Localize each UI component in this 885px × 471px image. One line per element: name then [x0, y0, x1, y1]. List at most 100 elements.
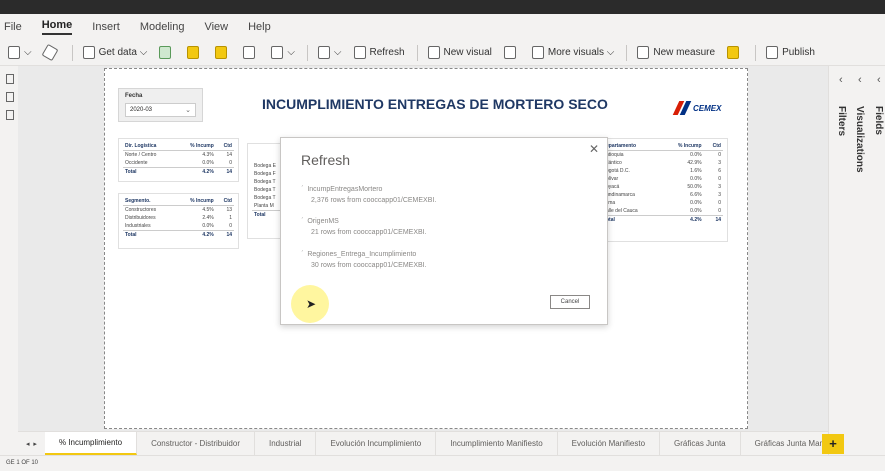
cell: Distribuidores — [125, 215, 156, 221]
ribbon-divider — [416, 44, 418, 61]
fields-pane-tab[interactable]: Fields — [873, 106, 884, 135]
close-icon[interactable]: ✕ — [589, 142, 599, 156]
format-painter-button[interactable] — [41, 43, 60, 62]
cell: ntioquia — [606, 152, 624, 158]
get-data-button[interactable]: Get data ⌵ — [82, 46, 147, 59]
cell: Total — [123, 167, 176, 176]
refresh-button[interactable]: Refresh — [353, 46, 405, 59]
cell: 0 — [718, 200, 721, 206]
cell: Planta M — [254, 203, 274, 209]
visualizations-pane-tab[interactable]: Visualizations — [854, 106, 865, 173]
collapse-fields-icon[interactable]: ‹ — [877, 74, 881, 86]
menu-home[interactable]: Home — [41, 19, 73, 35]
undo-button[interactable]: ⌵ — [8, 46, 32, 59]
table-row: Constructores 4.5% 13 — [123, 206, 234, 215]
slicer-dropdown[interactable]: 2020-03 ⌄ — [125, 103, 196, 117]
tab-incumplimiento-manifiesto[interactable]: Incumplimiento Manifiesto — [436, 432, 558, 455]
cell: Bodega E — [254, 163, 276, 169]
cell: 2.4% — [202, 215, 214, 221]
cell: 6 — [718, 168, 721, 174]
ribbon: ⌵ Get data ⌵ ⌵ ⌵ Refresh New visual More… — [0, 40, 885, 66]
slicer-title: Fecha — [125, 93, 143, 99]
col-header: Ctd — [215, 197, 234, 206]
cell: alle del Cauca — [606, 208, 638, 214]
table-row: Occidente 0.0% 0 — [123, 159, 234, 168]
report-view-icon[interactable] — [6, 74, 14, 84]
view-rail — [0, 66, 18, 431]
dataset-button[interactable] — [215, 46, 231, 59]
menu-file[interactable]: File — [4, 21, 22, 33]
new-measure-label: New measure — [653, 47, 716, 58]
data-view-icon[interactable] — [6, 92, 14, 102]
menu-view[interactable]: View — [204, 21, 228, 33]
refresh-item: ˊ IncumpEntregasMortero 2,376 rows from c… — [301, 186, 436, 204]
menu-insert[interactable]: Insert — [92, 21, 120, 33]
add-page-button[interactable]: + — [822, 434, 844, 454]
date-slicer[interactable]: Fecha 2020-03 ⌄ — [118, 88, 203, 122]
text-box-button[interactable] — [503, 46, 520, 59]
tab-evolucion-incumplimiento[interactable]: Evolución Incumplimiento — [316, 432, 437, 455]
cell: Bodega T — [254, 179, 276, 185]
spinner-icon: ˊ — [301, 218, 304, 225]
cell: 0.0% — [202, 160, 214, 166]
cell: 42.9% — [687, 160, 702, 166]
collapse-visualizations-icon[interactable]: ‹ — [858, 74, 862, 86]
matrix-dir-logistica[interactable]: Dir. Logística% Incump Ctd Norte / Centro… — [118, 138, 239, 182]
table-row: tlántico 42.9% 3 — [604, 159, 723, 167]
total-row: Total 4.2% 14 — [123, 167, 234, 176]
menu-modeling[interactable]: Modeling — [140, 21, 185, 33]
tab-incumplimiento[interactable]: % Incumplimiento — [44, 432, 138, 455]
filters-pane-tab[interactable]: Filters — [836, 106, 847, 136]
table-row: Norte / Centro 4.3% 14 — [123, 151, 234, 160]
cell: 0.0% — [202, 223, 214, 229]
tab-industrial[interactable]: Industrial — [255, 432, 317, 455]
mouse-cursor-icon: ➤ — [306, 297, 317, 311]
publish-icon — [766, 46, 779, 59]
model-view-icon[interactable] — [6, 110, 14, 120]
matrix-segmento[interactable]: Segmento.% Incump Ctd Constructores 4.5% 13… — [118, 193, 239, 249]
tab-scroll-arrows[interactable]: ◂ ▸ — [18, 432, 45, 455]
cell: 0.0% — [690, 152, 702, 158]
cell: 1 — [229, 215, 232, 221]
more-visuals-button[interactable]: More visuals ⌵ — [531, 46, 614, 59]
publish-label: Publish — [782, 47, 815, 58]
cancel-button[interactable]: Cancel — [550, 295, 590, 309]
new-measure-button[interactable]: New measure — [637, 46, 715, 59]
excel-button[interactable] — [159, 46, 175, 59]
sensitivity-button[interactable] — [727, 46, 743, 59]
tab-graficas-junta-man[interactable]: Gráficas Junta Man — [741, 432, 828, 455]
cell: 14 — [703, 215, 723, 224]
enter-data-button[interactable] — [243, 46, 259, 59]
publish-button[interactable]: Publish — [766, 46, 815, 59]
cell: Bodega F — [254, 171, 276, 177]
tab-evolucion-manifiesto[interactable]: Evolución Manifiesto — [558, 432, 661, 455]
col-header: Dir. Logística — [123, 142, 176, 151]
brush-icon — [41, 43, 59, 62]
get-data-label: Get data — [98, 47, 137, 58]
recent-sources-button[interactable]: ⌵ — [271, 46, 295, 59]
transform-icon — [317, 46, 330, 59]
total-row: Total 4.2% 14 — [123, 230, 234, 239]
cell: olívar — [606, 176, 619, 182]
cell: Total — [123, 230, 175, 239]
menu-help[interactable]: Help — [248, 21, 271, 33]
transform-button[interactable]: ⌵ — [317, 46, 342, 59]
cell: Occidente — [125, 160, 148, 166]
tab-graficas-junta[interactable]: Gráficas Junta — [660, 432, 741, 455]
cell: 14 — [215, 167, 234, 176]
page-tabs: ◂ ▸ % Incumplimiento Constructor - Distr… — [18, 431, 828, 455]
cell: 3 — [718, 192, 721, 198]
row-count: 2,376 rows from cooccapp01/CEMEXBI. — [311, 197, 437, 204]
spinner-icon: ˊ — [301, 186, 304, 193]
tab-constructor-distribuidor[interactable]: Constructor - Distribuidor — [137, 432, 255, 455]
new-visual-button[interactable]: New visual — [427, 46, 492, 59]
cell: 3 — [718, 184, 721, 190]
table-row: Distribuidores 2.4% 1 — [123, 214, 234, 222]
cell: 4.5% — [202, 207, 214, 213]
collapse-filters-icon[interactable]: ‹ — [839, 74, 843, 86]
total-row: Total — [252, 210, 282, 219]
datahub-button[interactable] — [187, 46, 203, 59]
matrix-departamento[interactable]: epartamento% Incump Ctd ntioquia 0.0% 0 tlá… — [600, 138, 728, 242]
cell: Norte / Centro — [125, 152, 157, 158]
cell: lima — [606, 200, 616, 206]
